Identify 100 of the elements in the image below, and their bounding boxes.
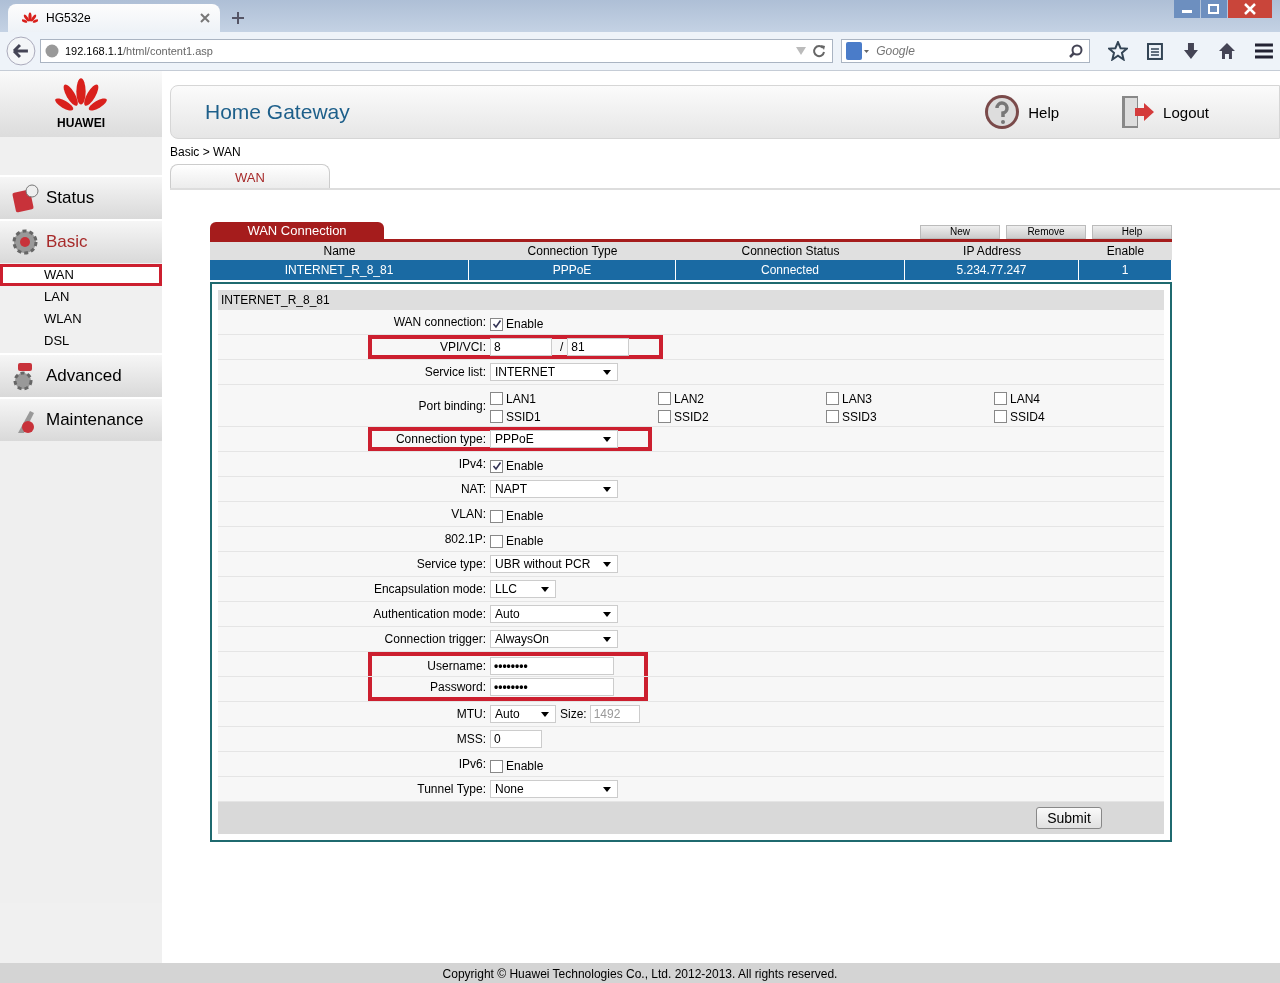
sidebar-subitem[interactable]: WLAN [0,308,162,330]
field-label: IPv6: [457,757,487,771]
sidebar-item[interactable]: Basic [0,219,162,263]
enable-checkbox[interactable]: Enable [490,313,544,331]
menu-icon[interactable] [1254,42,1274,60]
dropdown[interactable]: UBR without PCR [490,555,618,573]
home-icon[interactable] [1218,42,1237,60]
caret-icon [541,711,549,717]
port-checkbox[interactable]: SSID2 [658,405,826,424]
field-label: Connection trigger: [383,632,487,646]
door-exit-icon [1119,94,1156,130]
secret-input[interactable]: •••••••• [490,678,614,696]
dropdown[interactable]: INTERNET [490,363,618,381]
table-button[interactable]: New [920,225,1000,239]
dropdown[interactable]: PPPoE [490,430,618,448]
close-icon[interactable] [1228,0,1272,18]
mss-input[interactable]: 0 [490,730,542,748]
caret-icon [541,586,549,592]
dropdown[interactable]: NAPT [490,480,618,498]
sidebar-item[interactable]: Maintenance [0,397,162,441]
help-icon [984,94,1021,130]
address-field[interactable]: 192.168.1.1/html/content1.asp [39,39,834,63]
page-title: Home Gateway [205,100,350,124]
table-row[interactable]: INTERNET_R_8_81 PPPoE Connected 5.234.77.247 1 [210,260,1172,280]
sidebar-item[interactable]: Status [0,175,162,219]
search-icon[interactable] [1069,44,1084,58]
star-icon[interactable] [1108,41,1129,61]
port-checkbox[interactable]: LAN2 [658,387,826,406]
field-label: MSS: [455,732,487,746]
field-label: WAN connection: [392,315,487,329]
sidebar-subitem[interactable]: LAN [0,286,162,308]
download-icon[interactable] [1182,42,1201,60]
table-button[interactable]: Remove [1006,225,1086,239]
search-field[interactable]: Google [841,39,1091,63]
dropdown[interactable]: Auto [490,705,556,723]
dropdown[interactable]: LLC [490,580,556,598]
field-label: Password: [428,680,487,694]
enable-checkbox[interactable]: Enable [490,530,544,548]
column-header: Connection Type [526,243,619,260]
plus-icon[interactable] [232,12,244,24]
port-checkbox[interactable]: SSID4 [994,405,1162,424]
copyright-text: Copyright © Huawei Technologies Co., Ltd. 2012-2013. All rights reserved. [442,967,838,981]
clipboard-icon[interactable] [1146,42,1165,60]
sidebar-subitem[interactable]: WAN [0,264,162,286]
tab[interactable]: WAN [170,164,330,188]
caret-icon [603,636,611,642]
sidebar-item[interactable]: Advanced [0,353,162,397]
field-label: VPI/VCI: [439,340,487,354]
port-checkbox[interactable]: LAN4 [994,387,1162,406]
brand-name: HUAWEI [57,116,105,130]
enable-checkbox[interactable]: Enable [490,505,544,523]
table-cell: Connected [676,260,905,280]
port-checkbox[interactable]: SSID3 [826,405,994,424]
port-checkbox[interactable]: SSID1 [490,405,658,424]
column-header: IP Address [962,243,1022,260]
table-cell: 5.234.77.247 [905,260,1079,280]
caret-icon [603,561,611,567]
search-engine-icon[interactable] [846,42,871,60]
reload-icon[interactable] [812,44,827,58]
field-label: NAT: [459,482,487,496]
caret-icon [603,486,611,492]
globe-icon [44,44,59,58]
field-label: Service list: [423,365,487,379]
port-checkbox[interactable]: LAN1 [490,387,658,406]
help-link[interactable]: Help [984,94,1060,130]
caret-icon [603,786,611,792]
search-input[interactable]: Google [874,43,1066,59]
enable-checkbox[interactable]: Enable [490,455,544,473]
vpi-input[interactable]: 8 [490,338,552,356]
size-input: 1492 [589,705,640,723]
table-cell: INTERNET_R_8_81 [210,260,469,280]
sidebar-subitem[interactable]: DSL [0,330,162,352]
submit-button[interactable]: Submit [1036,807,1102,829]
dropdown[interactable]: None [490,780,618,798]
port-checkbox[interactable]: LAN3 [826,387,994,406]
vci-input[interactable]: 81 [567,338,630,356]
logout-link[interactable]: Logout [1119,94,1209,130]
field-label: Tunnel Type: [416,782,487,796]
form-title: INTERNET_R_8_81 [218,290,1164,310]
flower-logo-icon [22,12,38,24]
checkmark-icon [491,461,502,471]
browser-tab[interactable]: HG532e [8,4,220,32]
column-header: Connection Status [740,243,841,260]
secret-input[interactable]: •••••••• [490,657,614,675]
column-header: Enable [1105,243,1146,260]
checkmark-icon [491,319,502,329]
dropdown[interactable]: AlwaysOn [490,630,618,648]
field-label: Authentication mode: [372,607,487,621]
minimize-icon[interactable] [1174,0,1200,18]
column-header: Name [322,243,357,260]
breadcrumb: Basic > WAN [170,145,242,161]
restore-icon[interactable] [1201,0,1227,18]
field-label: Encapsulation mode: [372,582,487,596]
table-button[interactable]: Help [1092,225,1172,239]
dropdown[interactable]: Auto [490,605,618,623]
close-icon[interactable] [200,13,210,23]
field-label: Connection type: [394,432,487,446]
enable-checkbox[interactable]: Enable [490,755,544,773]
caret-icon [603,611,611,617]
field-label: IPv4: [457,457,487,471]
